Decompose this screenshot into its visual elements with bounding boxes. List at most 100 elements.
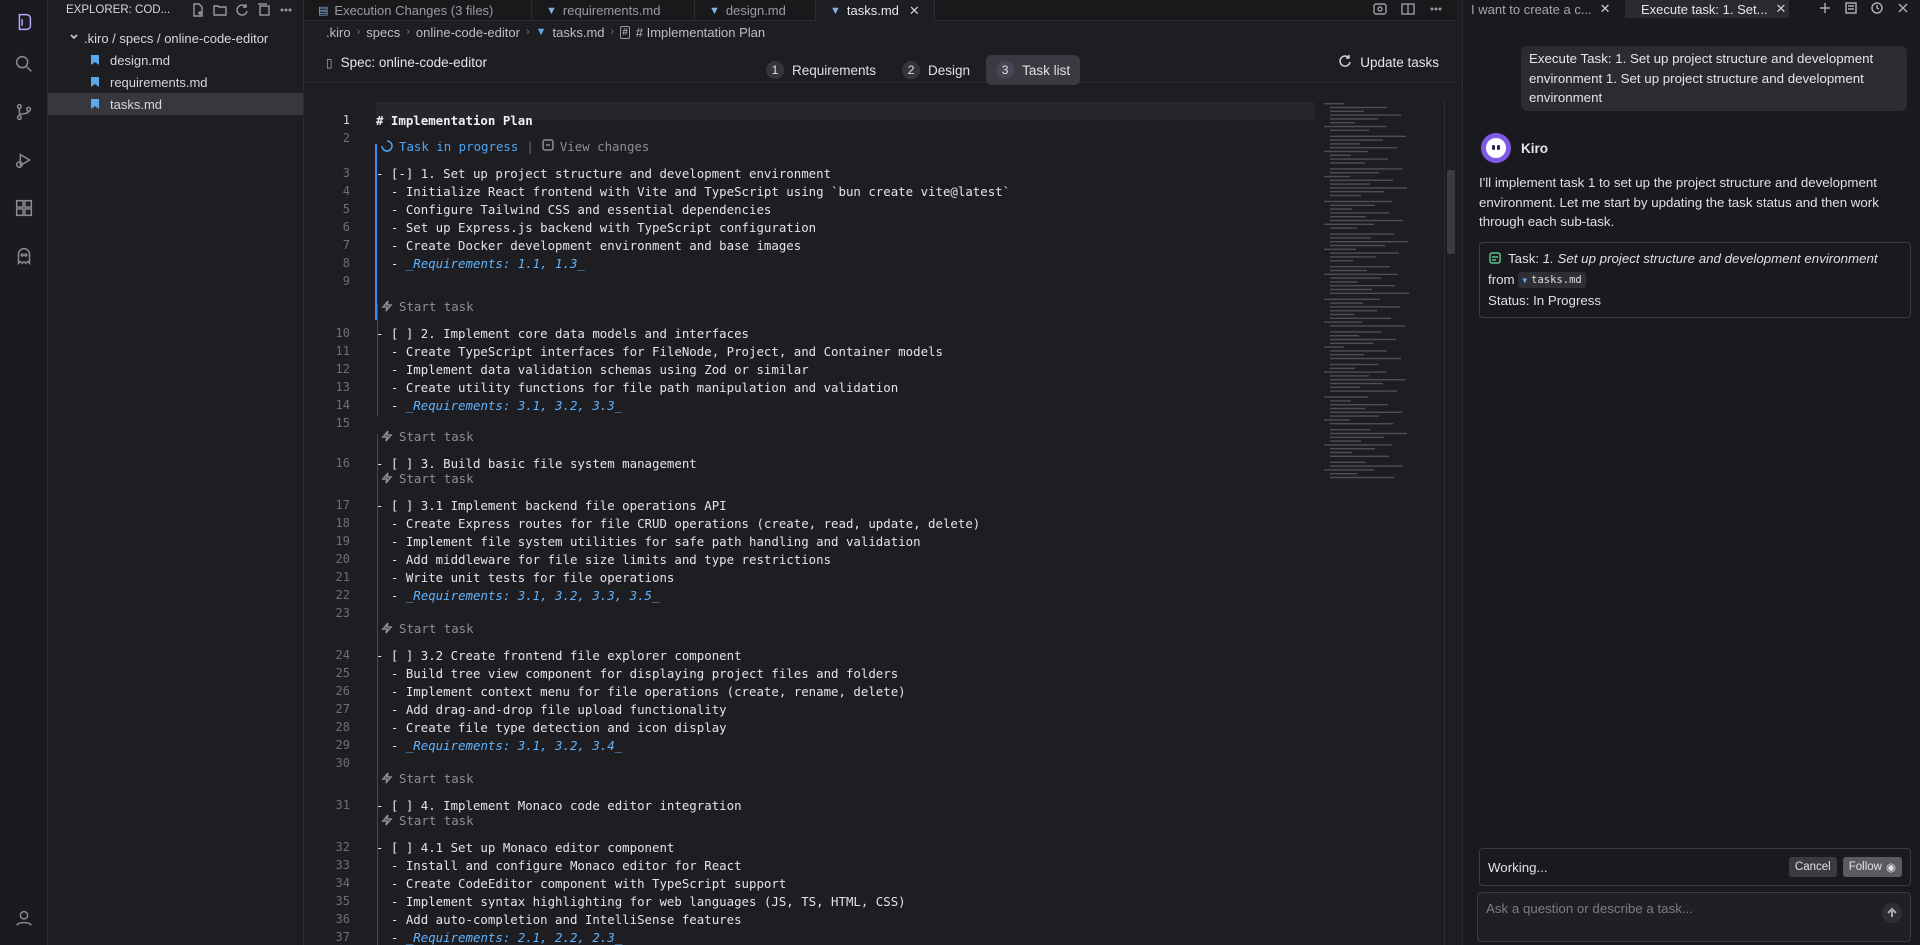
code-line[interactable]: 35 - Implement syntax highlighting for w… xyxy=(304,892,1314,910)
code-line[interactable]: 20 - Add middleware for file size limits… xyxy=(304,550,1314,568)
split-editor-icon[interactable] xyxy=(1401,2,1415,19)
code-line[interactable]: 17 - [ ] 3.1 Implement backend file opera… xyxy=(304,496,1314,514)
tab-requirements-step[interactable]: 1 Requirements xyxy=(756,55,886,85)
code-line[interactable]: 25 - Build tree view component for displ… xyxy=(304,664,1314,682)
markdown-file-icon xyxy=(90,98,102,110)
tab-design-step[interactable]: 2 Design xyxy=(892,55,980,85)
start-task-lens[interactable]: Start task xyxy=(381,470,474,486)
refresh-icon xyxy=(1338,54,1352,71)
close-icon[interactable]: ✕ xyxy=(909,3,920,19)
breadcrumb-item[interactable]: .kiro xyxy=(326,25,351,40)
extensions-icon[interactable] xyxy=(8,192,40,224)
line-text: - _Requirements: 3.1, 3.2, 3.4_ xyxy=(376,737,623,753)
new-file-icon[interactable] xyxy=(191,3,205,17)
chat-tab-execute[interactable]: Execute task: 1. Set... ✕ xyxy=(1625,0,1789,18)
update-tasks-button[interactable]: Update tasks xyxy=(1338,54,1439,71)
code-line[interactable]: 13 - Create utility functions for file p… xyxy=(304,378,1314,396)
code-line[interactable]: 14 - _Requirements: 3.1, 3.2, 3.3_ xyxy=(304,396,1314,414)
tab-requirements[interactable]: ▼ requirements.md xyxy=(532,0,695,21)
start-task-lens[interactable]: Start task xyxy=(381,298,474,314)
breadcrumb-item[interactable]: online-code-editor xyxy=(416,25,520,40)
scroll-thumb[interactable] xyxy=(1447,170,1455,254)
code-line[interactable]: 27 - Add drag-and-drop file upload funct… xyxy=(304,700,1314,718)
start-task-lens[interactable]: Start task xyxy=(381,812,474,828)
tab-tasks[interactable]: ▼ tasks.md ✕ xyxy=(816,0,935,21)
code-line[interactable]: 37 - _Requirements: 2.1, 2.2, 2.3_ xyxy=(304,928,1314,945)
breadcrumb-item[interactable]: # Implementation Plan xyxy=(636,25,765,40)
open-preview-icon[interactable] xyxy=(1373,2,1387,19)
code-editor[interactable]: 1 # Implementation Plan 2 3- [-] 1. Set up … xyxy=(304,100,1457,945)
code-line[interactable]: 4 - Initialize React frontend with Vite … xyxy=(304,182,1314,200)
markdown-file-icon: ▼ xyxy=(546,4,557,17)
kiro-logo-icon[interactable] xyxy=(8,6,40,38)
send-button[interactable] xyxy=(1882,903,1902,923)
tree-folder-online-code-editor[interactable]: .kiro / specs / online-code-editor xyxy=(48,27,303,49)
cancel-button[interactable]: Cancel xyxy=(1788,857,1837,877)
line-number: 30 xyxy=(335,756,350,770)
start-task-lens[interactable]: Start task xyxy=(381,620,474,636)
run-debug-icon[interactable] xyxy=(8,144,40,176)
follow-button[interactable]: Follow ◉ xyxy=(1842,857,1902,877)
tree-file-requirements[interactable]: requirements.md xyxy=(48,71,303,93)
code-line[interactable]: 21 - Write unit tests for file operation… xyxy=(304,568,1314,586)
breadcrumb-item[interactable]: tasks.md xyxy=(553,25,605,40)
new-chat-icon[interactable] xyxy=(1818,1,1832,18)
code-line[interactable]: 8 - _Requirements: 1.1, 1.3_ xyxy=(304,254,1314,272)
code-line[interactable]: 22 - _Requirements: 3.1, 3.2, 3.3, 3.5_ xyxy=(304,586,1314,604)
close-icon[interactable]: ✕ xyxy=(1775,1,1786,17)
code-line[interactable]: 5 - Configure Tailwind CSS and essential… xyxy=(304,200,1314,218)
start-task-lens[interactable]: Start task xyxy=(381,770,474,786)
chat-input[interactable]: Ask a question or describe a task... xyxy=(1477,892,1911,942)
more-actions-icon[interactable] xyxy=(1429,2,1443,19)
code-line[interactable]: 24 - [ ] 3.2 Create frontend file explore… xyxy=(304,646,1314,664)
code-line[interactable]: 26 - Implement context menu for file ope… xyxy=(304,682,1314,700)
more-icon[interactable] xyxy=(279,3,293,17)
task-in-progress-lens[interactable]: Task in progress | View changes xyxy=(381,138,649,154)
code-line[interactable]: 1 # Implementation Plan xyxy=(304,111,1314,129)
editor-scrollbar[interactable] xyxy=(1444,100,1456,945)
code-line[interactable]: 11 - Create TypeScript interfaces for Fi… xyxy=(304,342,1314,360)
line-text: - Build tree view component for displayi… xyxy=(376,665,899,681)
code-line[interactable]: 10 - [ ] 2. Implement core data models an… xyxy=(304,324,1314,342)
kiro-ghost-icon[interactable] xyxy=(8,240,40,272)
code-line[interactable]: 6 - Set up Express.js backend with TypeS… xyxy=(304,218,1314,236)
code-line[interactable]: 33 - Install and configure Monaco editor… xyxy=(304,856,1314,874)
code-line[interactable]: 36 - Add auto-completion and IntelliSens… xyxy=(304,910,1314,928)
tab-execution-changes[interactable]: ▤ Execution Changes (3 files) xyxy=(304,0,532,21)
tree-file-design[interactable]: design.md xyxy=(48,49,303,71)
tab-design[interactable]: ▼ design.md xyxy=(695,0,816,21)
code-line[interactable]: 7 - Create Docker development environmen… xyxy=(304,236,1314,254)
code-line[interactable]: 34 - Create CodeEditor component with Ty… xyxy=(304,874,1314,892)
account-icon[interactable] xyxy=(8,902,40,934)
working-indicator: Working... Cancel Follow ◉ xyxy=(1479,848,1911,886)
code-line[interactable]: 19 - Implement file system utilities for… xyxy=(304,532,1314,550)
task-prefix: Task: xyxy=(1508,251,1540,266)
lens-label: Start task xyxy=(399,620,474,636)
code-line[interactable]: 28 - Create file type detection and icon… xyxy=(304,718,1314,736)
file-chip[interactable]: ▼ tasks.md xyxy=(1518,272,1586,289)
code-line[interactable]: 12 - Implement data validation schemas u… xyxy=(304,360,1314,378)
start-task-lens[interactable]: Start task xyxy=(381,428,474,444)
new-folder-icon[interactable] xyxy=(213,3,227,17)
code-line[interactable]: 3 - [-] 1. Set up project structure and d… xyxy=(304,164,1314,182)
chat-tab-create[interactable]: I want to create a c... ✕ xyxy=(1463,0,1625,18)
close-icon[interactable]: ✕ xyxy=(1600,1,1611,17)
close-icon[interactable] xyxy=(1896,1,1910,18)
code-line[interactable]: 29 - _Requirements: 3.1, 3.2, 3.4_ xyxy=(304,736,1314,754)
minimap[interactable] xyxy=(1322,101,1442,481)
code-line[interactable]: 18 - Create Express routes for file CRUD… xyxy=(304,514,1314,532)
session-list-icon[interactable] xyxy=(1844,1,1858,18)
breadcrumb-item[interactable]: specs xyxy=(366,25,400,40)
collapse-all-icon[interactable] xyxy=(257,3,271,17)
history-icon[interactable] xyxy=(1870,1,1884,18)
refresh-icon[interactable] xyxy=(235,3,249,17)
source-control-icon[interactable] xyxy=(8,96,40,128)
tree-file-tasks[interactable]: tasks.md xyxy=(48,93,303,115)
code-line[interactable]: 32 - [ ] 4.1 Set up Monaco editor compone… xyxy=(304,838,1314,856)
lightning-icon xyxy=(381,472,393,484)
search-icon[interactable] xyxy=(8,48,40,80)
file-chip-label: tasks.md xyxy=(1531,273,1582,286)
view-changes-link[interactable]: View changes xyxy=(560,139,650,154)
code-line[interactable]: 9 xyxy=(304,272,1314,290)
tab-task-list-step[interactable]: 3 Task list xyxy=(986,55,1081,85)
